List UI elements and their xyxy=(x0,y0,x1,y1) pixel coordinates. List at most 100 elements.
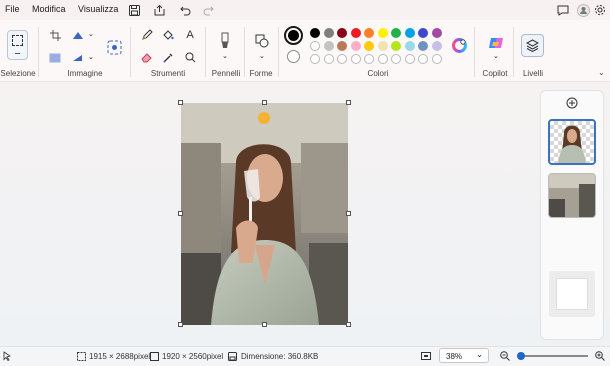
color-swatch[interactable] xyxy=(323,28,334,38)
flip-icon[interactable] xyxy=(70,50,86,66)
canvas-background-layer[interactable] xyxy=(549,271,595,317)
chevron-down-icon[interactable]: ⌄ xyxy=(222,52,228,60)
menu-edit[interactable]: Modifica xyxy=(32,4,66,14)
ribbon-divider xyxy=(513,27,514,77)
selection-size-text: 1915 × 2688pixel xyxy=(89,352,151,361)
crop-icon[interactable] xyxy=(47,27,63,43)
custom-color-slot[interactable] xyxy=(391,54,401,64)
settings-gear-icon[interactable] xyxy=(593,3,607,17)
ribbon-divider xyxy=(38,27,39,77)
resize-icon[interactable] xyxy=(70,27,86,43)
selection-button[interactable] xyxy=(7,30,28,60)
color-swatch[interactable] xyxy=(337,28,347,38)
avatar[interactable] xyxy=(576,3,590,17)
zoom-in-icon[interactable] xyxy=(595,351,605,361)
rotate-icon[interactable] xyxy=(47,50,63,66)
zoom-value: 38% xyxy=(446,352,463,361)
layer-thumbnail-background[interactable] xyxy=(548,173,596,218)
shapes-icon[interactable] xyxy=(253,32,271,50)
custom-color-slot[interactable] xyxy=(418,54,428,64)
custom-color-slot[interactable] xyxy=(404,54,415,64)
color-swatch[interactable] xyxy=(391,28,401,38)
custom-color-slot[interactable] xyxy=(350,54,361,64)
layers-icon xyxy=(526,39,539,52)
color-swatch[interactable] xyxy=(418,41,428,51)
tools-group-label: Strumenti xyxy=(150,69,186,78)
canvas-size-icon xyxy=(150,352,159,361)
custom-color-slot[interactable] xyxy=(431,54,442,64)
color-swatch[interactable] xyxy=(364,28,374,38)
chevron-down-icon[interactable]: ⌄ xyxy=(493,52,499,60)
magnifier-icon[interactable] xyxy=(182,49,198,65)
color-palette xyxy=(310,28,445,66)
color-swatch[interactable] xyxy=(323,41,334,51)
chevron-down-icon[interactable]: ⌄ xyxy=(88,53,94,61)
copilot-icon[interactable] xyxy=(487,34,505,52)
layer-thumbnail-selected[interactable] xyxy=(548,119,596,165)
ribbon-divider xyxy=(278,27,279,77)
comment-icon[interactable] xyxy=(556,3,570,17)
share-icon[interactable] xyxy=(152,3,166,17)
zoom-out-icon[interactable] xyxy=(500,351,510,361)
colors-group-label: Colori xyxy=(367,69,389,78)
color-picker-icon[interactable] xyxy=(160,49,176,65)
fit-to-window-icon[interactable] xyxy=(421,351,431,361)
custom-color-slot[interactable] xyxy=(310,54,320,64)
menu-file[interactable]: File xyxy=(5,4,20,14)
file-size-icon xyxy=(228,352,237,361)
brush-icon[interactable] xyxy=(217,30,233,52)
file-size-text: Dimensione: 360.8KB xyxy=(241,352,319,361)
color-swatch[interactable] xyxy=(391,41,401,51)
resize-handle-w[interactable] xyxy=(178,211,183,216)
save-icon[interactable] xyxy=(127,3,141,17)
eraser-icon[interactable] xyxy=(139,49,155,65)
resize-handle-ne[interactable] xyxy=(346,100,351,105)
color-swatch[interactable] xyxy=(310,41,320,51)
color-swatch[interactable] xyxy=(337,41,347,51)
redo-icon[interactable] xyxy=(201,3,215,17)
layers-button[interactable] xyxy=(521,34,544,57)
resize-handle-e[interactable] xyxy=(346,211,351,216)
resize-handle-se[interactable] xyxy=(346,322,351,327)
color-swatch[interactable] xyxy=(350,28,361,38)
custom-color-slot[interactable] xyxy=(377,54,388,64)
resize-handle-n[interactable] xyxy=(262,100,267,105)
menu-view[interactable]: Visualizza xyxy=(78,4,118,14)
canvas-image[interactable] xyxy=(181,103,348,325)
background-remove-icon[interactable] xyxy=(105,38,123,56)
copilot-group-label: Copilot xyxy=(482,69,508,78)
color-swatch[interactable] xyxy=(377,41,388,51)
add-layer-icon[interactable] xyxy=(566,97,578,109)
color-swatch[interactable] xyxy=(364,41,374,51)
fill-bucket-icon[interactable] xyxy=(160,27,176,43)
color-swatch[interactable] xyxy=(418,28,428,38)
color-swatch[interactable] xyxy=(404,41,415,51)
color-swatch[interactable] xyxy=(431,41,442,51)
ribbon-divider xyxy=(205,27,206,77)
chevron-down-icon[interactable]: ⌄ xyxy=(88,30,94,38)
ribbon-collapse-chevron-icon[interactable]: ⌄ xyxy=(598,68,605,77)
color-swatch[interactable] xyxy=(377,28,388,38)
color-swatch[interactable] xyxy=(310,28,320,38)
pencil-icon[interactable] xyxy=(139,27,155,43)
zoom-slider-thumb[interactable] xyxy=(517,352,525,360)
custom-color-slot[interactable] xyxy=(364,54,374,64)
color-swatch[interactable] xyxy=(431,28,442,38)
text-icon[interactable]: A xyxy=(182,27,198,43)
shapes-group-label: Forme xyxy=(249,69,273,78)
custom-color-slot[interactable] xyxy=(323,54,334,64)
secondary-color-button[interactable] xyxy=(287,50,300,63)
primary-color-button[interactable] xyxy=(284,26,303,45)
chevron-down-icon[interactable]: ⌄ xyxy=(259,52,265,60)
color-swatch[interactable] xyxy=(404,28,415,38)
edit-colors-icon[interactable] xyxy=(451,37,467,53)
selection-group-label: Selezione xyxy=(0,69,36,78)
zoom-slider-track[interactable] xyxy=(520,355,588,357)
resize-handle-s[interactable] xyxy=(262,322,267,327)
color-swatch[interactable] xyxy=(350,41,361,51)
custom-color-slot[interactable] xyxy=(337,54,347,64)
zoom-dropdown[interactable]: 38% ⌄ xyxy=(439,348,489,363)
resize-handle-sw[interactable] xyxy=(178,322,183,327)
resize-handle-nw[interactable] xyxy=(178,100,183,105)
undo-icon[interactable] xyxy=(178,3,192,17)
